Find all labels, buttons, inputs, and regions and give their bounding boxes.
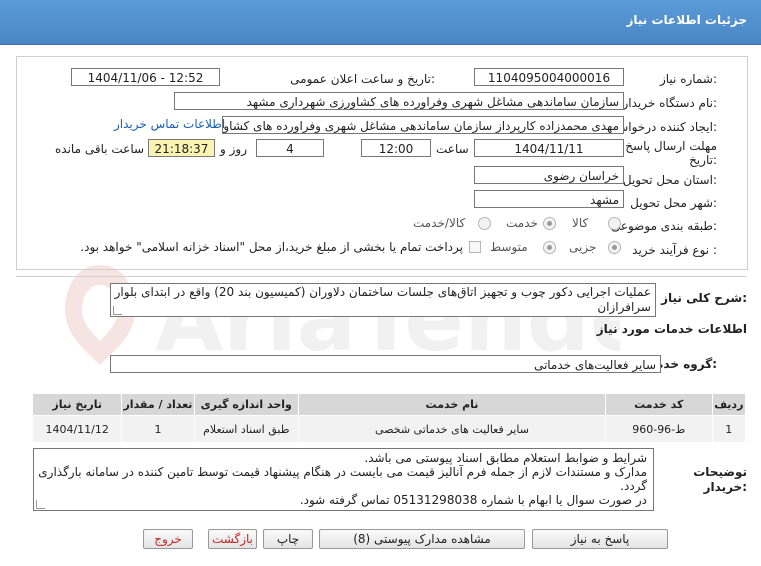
back-button[interactable]: بازگشت (208, 529, 257, 549)
announce-field[interactable]: 1404/11/06 - 12:52 (71, 68, 220, 86)
need-number-field[interactable]: 1104095004000016 (474, 68, 624, 86)
col-service-code: کد خدمت (604, 393, 713, 416)
services-table: تاریخ نیاز تعداد / مقدار واحد اندازه گیر… (31, 393, 747, 443)
city-field[interactable]: مشهد (474, 190, 624, 208)
summary-textarea[interactable]: عملیات اجرایی دکور چوب و تجهیز اتاق‌های … (110, 283, 656, 317)
col-quantity: تعداد / مقدار (121, 393, 195, 416)
cell-row: 1 (711, 415, 747, 443)
province-field[interactable]: خراسان رضوی (474, 166, 624, 184)
process-radio-medium[interactable] (543, 241, 556, 254)
table-header-row: تاریخ نیاز تعداد / مقدار واحد اندازه گیر… (31, 393, 747, 416)
buyer-org-label: نام دستگاه خریدار: (622, 96, 718, 110)
deadline-date-field[interactable]: 1404/11/11 (474, 139, 624, 157)
resize-handle[interactable] (113, 306, 122, 315)
category-radio-goods[interactable] (608, 217, 621, 230)
payment-note: پرداخت تمام یا بخشی از مبلغ خرید،از محل … (80, 240, 463, 254)
process-medium-label: متوسط (490, 240, 528, 254)
col-unit: واحد اندازه گیری (193, 393, 300, 416)
details-panel (16, 56, 748, 270)
exit-button[interactable]: خروج (143, 529, 193, 549)
page-header: جزئیات اطلاعات نیاز (0, 0, 761, 45)
category-label: طبقه بندی موضوعی: (610, 219, 717, 233)
service-group-field[interactable]: سایر فعالیت‌های خدماتی (110, 355, 661, 373)
province-label: استان محل تحویل: (622, 173, 717, 187)
summary-line-1: عملیات اجرایی دکور چوب و تجهیز اتاق‌های … (114, 285, 651, 299)
reply-button[interactable]: پاسخ به نیاز (532, 529, 668, 549)
deadline-date-label: تاریخ: (689, 153, 717, 167)
treasury-checkbox[interactable] (469, 241, 481, 253)
page-title: جزئیات اطلاعات نیاز (626, 13, 747, 27)
print-button[interactable]: چاپ (263, 529, 313, 549)
cell-service-name: سایر فعالیت های خدماتی شخصی (298, 415, 606, 443)
category-service-label: خدمت (506, 216, 538, 230)
attachments-button[interactable]: مشاهده مدارک پیوستی (8) (319, 529, 525, 549)
notes-line-3: گردد. (620, 479, 647, 493)
deadline-label: مهلت ارسال پاسخ: تا (610, 139, 717, 153)
divider (16, 276, 746, 277)
col-need-date: تاریخ نیاز (31, 393, 123, 416)
category-goods-service-label: کالا/خدمت (413, 216, 466, 230)
deadline-time-label: ساعت (436, 142, 469, 156)
summary-line-2: سرافرازان (597, 300, 651, 314)
table-row[interactable]: 1404/11/12 1 طبق اسناد استعلام سایر فعال… (31, 415, 747, 443)
col-row: ردیف (711, 393, 747, 416)
notes-textarea[interactable]: شرایط و ضوابط استعلام مطابق اسناد پیوستی… (33, 448, 654, 511)
category-radio-goods-service[interactable] (478, 217, 491, 230)
cell-service-code: ط-96-960 (604, 415, 713, 443)
remaining-time-field: 21:18:37 (148, 139, 215, 157)
process-radio-minor[interactable] (608, 241, 621, 254)
notes-line-4: در صورت سوال یا ابهام با شماره 051312980… (299, 493, 647, 507)
deadline-time-field[interactable]: 12:00 (361, 139, 431, 157)
days-label: روز و (220, 142, 247, 156)
cell-quantity: 1 (121, 415, 195, 443)
remaining-label: ساعت باقی مانده (55, 142, 145, 156)
cell-unit: طبق اسناد استعلام (193, 415, 300, 443)
days-field[interactable]: 4 (256, 139, 324, 157)
services-section-title: اطلاعات خدمات مورد نیاز (596, 322, 747, 336)
buyer-org-field[interactable]: سازمان ساماندهی مشاغل شهری وفراورده های … (174, 92, 624, 110)
summary-label: شرح کلی نیاز: (661, 291, 747, 305)
city-label: شهر محل تحویل: (630, 196, 717, 210)
need-number-label: شماره نیاز: (659, 72, 717, 86)
notes-label-2: خریدار: (703, 480, 747, 494)
category-radio-service[interactable] (543, 217, 556, 230)
notes-line-1: شرایط و ضوابط استعلام مطابق اسناد پیوستی… (364, 451, 647, 465)
creator-field[interactable]: مهدی محمدزاده کارپرداز سازمان ساماندهی م… (222, 116, 624, 134)
announce-label: تاریخ و ساعت اعلان عمومی: (290, 72, 435, 86)
process-minor-label: جزیی (569, 240, 597, 254)
contact-buyer-link[interactable]: اطلاعات تماس خریدار (114, 117, 225, 131)
cell-need-date: 1404/11/12 (31, 415, 123, 443)
category-goods-label: کالا (572, 216, 589, 230)
notes-label: توضیحات (693, 465, 747, 479)
notes-line-2: مدارک و مستندات لازم از جمله فرم آنالیز … (38, 465, 647, 479)
notes-resize-handle[interactable] (36, 500, 45, 509)
process-label: نوع فرآیند خرید : (632, 243, 717, 257)
col-service-name: نام خدمت (298, 393, 606, 416)
